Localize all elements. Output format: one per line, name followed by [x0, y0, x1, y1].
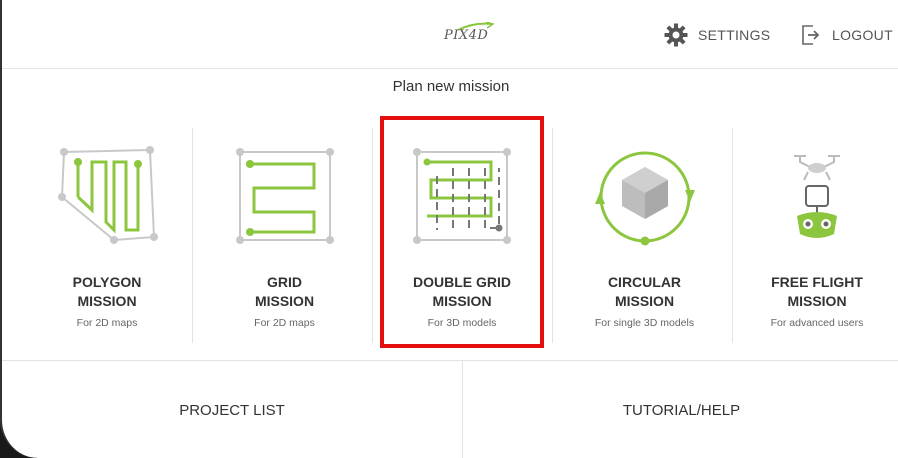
polygon-mission-icon: [58, 146, 158, 244]
settings-button[interactable]: SETTINGS: [664, 22, 770, 48]
project-list-button[interactable]: PROJECT LIST: [2, 361, 462, 458]
free-flight-mission-icon: [794, 155, 840, 238]
logout-icon: [802, 25, 820, 45]
bottom-bar: PROJECT LIST TUTORIAL/HELP: [2, 360, 898, 458]
card-divider: [552, 128, 553, 343]
top-bar: PIX4D SETTINGS LOGOUT: [2, 0, 898, 69]
grid-mission-name: GRID MISSION: [254, 274, 315, 309]
circular-mission-icon: [594, 151, 695, 246]
selection-highlight: [380, 116, 544, 348]
settings-label: SETTINGS: [698, 27, 771, 43]
free-flight-mission-name: FREE FLIGHT MISSION: [771, 274, 863, 309]
card-divider: [372, 128, 373, 343]
plan-new-mission-title: Plan new mission: [392, 78, 510, 95]
polygon-mission-name: POLYGON MISSION: [72, 274, 142, 309]
circular-mission-name: CIRCULAR MISSION: [607, 274, 682, 309]
logo-text: PIX4D: [444, 28, 489, 43]
free-flight-mission-sub: For advanced users: [770, 317, 864, 329]
grid-mission-card[interactable]: GRID MISSION For 2D maps: [197, 120, 372, 350]
grid-mission-sub: For 2D maps: [254, 317, 315, 329]
logout-button[interactable]: LOGOUT: [800, 22, 893, 48]
pix4d-logo: PIX4D: [440, 21, 500, 48]
circular-mission-card[interactable]: CIRCULAR MISSION For single 3D models: [557, 120, 732, 350]
logout-label: LOGOUT: [832, 27, 893, 43]
free-flight-mission-card[interactable]: FREE FLIGHT MISSION For advanced users: [737, 120, 897, 350]
tutorial-help-button[interactable]: TUTORIAL/HELP: [463, 361, 898, 458]
grid-mission-icon: [235, 148, 334, 244]
card-divider: [732, 128, 733, 343]
circular-mission-sub: For single 3D models: [594, 317, 695, 329]
polygon-mission-sub: For 2D maps: [76, 317, 138, 329]
app-screen: PIX4D SETTINGS LOGOUT Plan new mission P…: [0, 0, 898, 458]
card-divider: [192, 128, 193, 343]
polygon-mission-card[interactable]: POLYGON MISSION For 2D maps: [22, 120, 192, 350]
gear-icon: [664, 23, 688, 47]
